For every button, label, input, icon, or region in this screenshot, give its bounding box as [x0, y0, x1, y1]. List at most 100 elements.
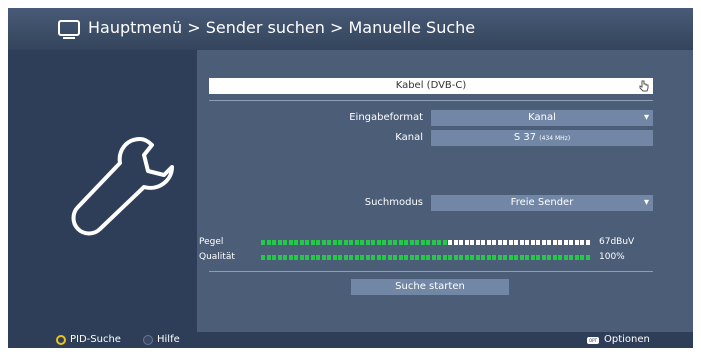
qualitaet-meter-segment: [415, 255, 419, 260]
qualitaet-meter-segment: [343, 255, 348, 260]
dropdown-arrow-icon: ▾: [643, 197, 649, 208]
pegel-meter-segment: [459, 240, 463, 245]
options-action[interactable]: Optionen: [604, 332, 650, 348]
left-panel: [8, 50, 197, 332]
qualitaet-meter-segment: [519, 255, 524, 260]
qualitaet-meter: [261, 255, 593, 260]
qualitaet-meter-segment: [558, 255, 562, 260]
qualitaet-meter-segment: [514, 255, 518, 260]
pegel-meter-segment: [420, 240, 425, 245]
source-selector[interactable]: Kabel (DVB-C): [209, 78, 653, 94]
pegel-meter-segment: [475, 240, 480, 245]
qualitaet-meter-segment: [448, 255, 452, 260]
pegel-meter: [261, 240, 593, 245]
pegel-meter-segment: [442, 240, 447, 245]
dropdown-arrow-icon: ▾: [643, 112, 649, 123]
tv-icon: [58, 20, 80, 39]
pegel-value: 67dBuV: [599, 237, 635, 247]
pegel-meter-segment: [294, 240, 298, 245]
qualitaet-meter-segment: [569, 255, 573, 260]
pegel-meter-segment: [277, 240, 282, 245]
pegel-meter-segment: [481, 240, 485, 245]
kanal-field[interactable]: S 37 (434 MHz): [431, 130, 653, 146]
qualitaet-meter-segment: [288, 255, 293, 260]
pegel-meter-segment: [376, 240, 381, 245]
pegel-meter-segment: [305, 240, 309, 245]
qualitaet-value: 100%: [599, 252, 625, 262]
suchmodus-select[interactable]: Freie Sender ▾: [431, 195, 653, 211]
pegel-meter-segment: [332, 240, 337, 245]
pegel-meter-segment: [525, 240, 529, 245]
pegel-meter-segment: [365, 240, 370, 245]
divider-bottom: [209, 271, 653, 272]
eingabeformat-label: Eingabeformat: [349, 112, 423, 123]
qualitaet-meter-segment: [574, 255, 579, 260]
divider-top: [209, 100, 653, 101]
wrench-icon: [71, 137, 174, 236]
qualitaet-meter-segment: [294, 255, 298, 260]
suchmodus-label: Suchmodus: [364, 197, 423, 208]
tv-screen: Hauptmenü > Sender suchen > Manuelle Suc…: [8, 8, 693, 348]
qualitaet-meter-segment: [508, 255, 513, 260]
qualitaet-meter-segment: [321, 255, 326, 260]
qualitaet-meter-segment: [541, 255, 546, 260]
pegel-meter-segment: [382, 240, 386, 245]
options-key-icon: OPT: [587, 337, 599, 344]
pegel-meter-segment: [563, 240, 568, 245]
qualitaet-meter-segment: [277, 255, 282, 260]
qualitaet-meter-segment: [481, 255, 485, 260]
pegel-meter-segment: [574, 240, 579, 245]
pegel-meter-segment: [415, 240, 419, 245]
qualitaet-meter-segment: [585, 255, 590, 260]
qualitaet-meter-segment: [266, 255, 271, 260]
qualitaet-meter-segment: [470, 255, 474, 260]
pegel-meter-segment: [536, 240, 540, 245]
pegel-meter-segment: [514, 240, 518, 245]
pegel-meter-segment: [470, 240, 474, 245]
qualitaet-meter-segment: [382, 255, 386, 260]
pegel-meter-segment: [310, 240, 315, 245]
manual-search-form: Kabel (DVB-C) Eingabeformat Kanal ▾ Kana…: [197, 50, 693, 332]
qualitaet-meter-segment: [305, 255, 309, 260]
pegel-meter-segment: [387, 240, 392, 245]
header-bar: Hauptmenü > Sender suchen > Manuelle Suc…: [8, 8, 693, 50]
qualitaet-meter-segment: [464, 255, 469, 260]
qualitaet-meter-segment: [492, 255, 496, 260]
eingabeformat-value: Kanal: [528, 112, 556, 123]
qualitaet-meter-segment: [316, 255, 320, 260]
qualitaet-meter-segment: [563, 255, 568, 260]
help-action[interactable]: Hilfe: [157, 332, 180, 348]
pegel-meter-segment: [547, 240, 551, 245]
qualitaet-meter-segment: [299, 255, 304, 260]
pegel-label: Pegel: [199, 237, 224, 247]
qualitaet-label: Qualität: [199, 252, 235, 262]
kanal-value: S 37: [513, 132, 537, 143]
eingabeformat-select[interactable]: Kanal ▾: [431, 110, 653, 126]
qualitaet-meter-segment: [360, 255, 364, 260]
qualitaet-meter-segment: [349, 255, 353, 260]
qualitaet-meter-segment: [497, 255, 502, 260]
pegel-meter-segment: [299, 240, 304, 245]
pegel-meter-segment: [338, 240, 342, 245]
qualitaet-meter-segment: [365, 255, 370, 260]
qualitaet-meter-segment: [338, 255, 342, 260]
source-value: Kabel (DVB-C): [395, 80, 467, 91]
start-search-button[interactable]: Suche starten: [351, 279, 509, 295]
hand-pointer-icon: [639, 80, 649, 92]
qualitaet-meter-segment: [376, 255, 381, 260]
pegel-meter-segment: [569, 240, 573, 245]
pegel-meter-segment: [580, 240, 584, 245]
pegel-meter-segment: [409, 240, 414, 245]
qualitaet-meter-segment: [387, 255, 392, 260]
qualitaet-meter-segment: [536, 255, 540, 260]
pegel-meter-segment: [393, 240, 397, 245]
pegel-meter-segment: [354, 240, 359, 245]
pegel-meter-segment: [261, 240, 265, 245]
footer-bar: PID-Suche Hilfe OPT Optionen: [8, 332, 693, 348]
qualitaet-meter-segment: [475, 255, 480, 260]
pegel-meter-segment: [519, 240, 524, 245]
qualitaet-meter-segment: [552, 255, 557, 260]
pegel-meter-segment: [486, 240, 491, 245]
pid-search-action[interactable]: PID-Suche: [70, 332, 121, 348]
qualitaet-meter-segment: [332, 255, 337, 260]
